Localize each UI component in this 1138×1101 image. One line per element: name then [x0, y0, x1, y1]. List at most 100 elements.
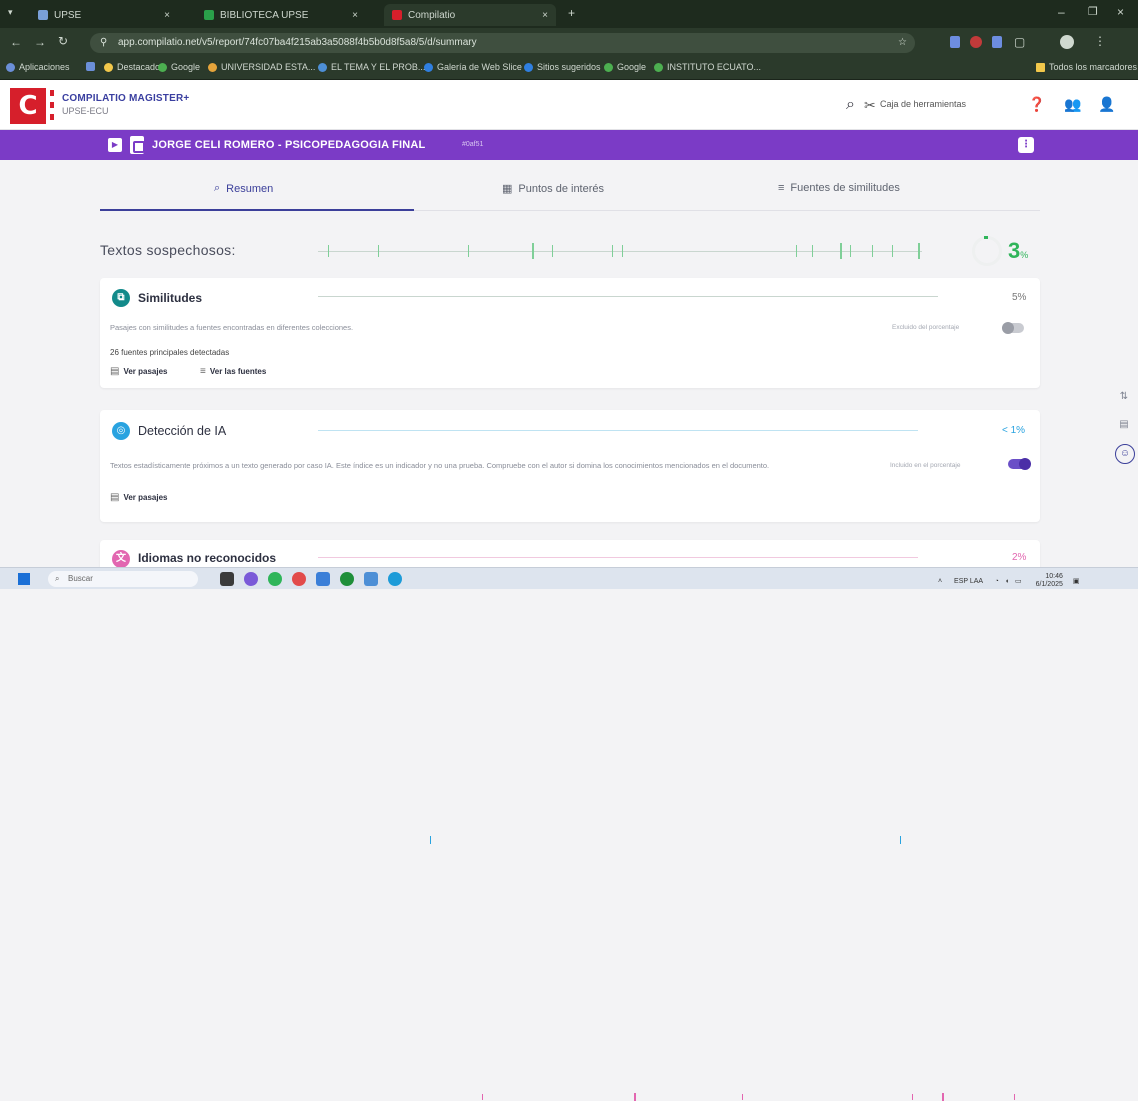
wifi-icon[interactable]: ◔: [995, 578, 999, 585]
windows-start-icon[interactable]: [18, 573, 30, 585]
clock[interactable]: 10:46 6/1/2025: [1036, 573, 1063, 589]
passage-marker[interactable]: [812, 245, 813, 257]
suspicious-texts-track[interactable]: [318, 251, 922, 252]
side-translate-icon[interactable]: ⇅: [1115, 388, 1133, 406]
extension-icon[interactable]: [950, 36, 960, 48]
passage-marker[interactable]: [532, 243, 534, 259]
tools-icon[interactable]: ✂: [864, 97, 876, 114]
battery-icon[interactable]: ▭: [1015, 578, 1022, 585]
taskbar-app-icon[interactable]: [220, 572, 234, 586]
reload-icon[interactable]: ↻: [58, 34, 68, 48]
close-icon[interactable]: ×: [542, 10, 548, 21]
window-close-icon[interactable]: ×: [1117, 5, 1124, 19]
maximize-icon[interactable]: ❐: [1088, 5, 1098, 18]
bookmark-item[interactable]: Destacado: [104, 62, 160, 72]
passage-marker[interactable]: [622, 245, 623, 257]
passage-marker[interactable]: [796, 245, 797, 257]
passage-marker[interactable]: [378, 245, 379, 257]
passage-marker[interactable]: [912, 1094, 913, 1100]
help-icon[interactable]: ❓: [1028, 96, 1045, 113]
search-icon[interactable]: ⌕: [846, 96, 855, 114]
passage-marker[interactable]: [328, 245, 329, 257]
tab-similarity-sources[interactable]: ≡ Fuentes de similitudes: [778, 182, 900, 194]
compilatio-logo-icon[interactable]: C: [10, 88, 46, 124]
forward-arrow-icon[interactable]: →: [34, 35, 46, 49]
taskbar-app-icon[interactable]: [340, 572, 354, 586]
expand-arrow-icon[interactable]: ▶: [108, 138, 122, 152]
taskbar-search[interactable]: ⌕ Buscar: [48, 571, 198, 587]
taskbar-app-icon[interactable]: [316, 572, 330, 586]
ai-detection-track[interactable]: [318, 430, 918, 431]
bookmark-item[interactable]: INSTITUTO ECUATO...: [654, 62, 761, 72]
passage-marker[interactable]: [850, 245, 851, 257]
similarities-track[interactable]: [318, 296, 938, 297]
passage-marker[interactable]: [892, 245, 893, 257]
user-account-icon[interactable]: 👤: [1098, 96, 1115, 113]
languages-title: Idiomas no reconocidos: [138, 551, 277, 565]
view-sources-link[interactable]: ≡ Ver las fuentes: [200, 366, 266, 377]
browser-tab-compilatio[interactable]: Compilatio ×: [384, 4, 556, 26]
edge-browser-icon[interactable]: [388, 572, 402, 586]
side-panel-icon[interactable]: ▢: [1014, 35, 1025, 49]
language-indicator[interactable]: ESP LAA: [954, 578, 983, 585]
bookmark-item[interactable]: Google: [604, 62, 646, 72]
side-comments-icon[interactable]: ▤: [1115, 416, 1133, 434]
passage-marker[interactable]: [742, 1094, 743, 1100]
passage-marker[interactable]: [872, 245, 873, 257]
browser-tab-upse[interactable]: UPSE ×: [30, 4, 178, 26]
new-tab-plus-icon[interactable]: +: [568, 6, 575, 20]
taskbar-app-icon[interactable]: [292, 572, 306, 586]
users-icon[interactable]: 👥: [1064, 96, 1081, 113]
passage-marker[interactable]: [900, 836, 901, 844]
similarities-include-toggle[interactable]: [1002, 322, 1024, 334]
passage-marker[interactable]: [612, 245, 613, 257]
tab-search-icon[interactable]: ▾: [8, 7, 13, 18]
languages-track[interactable]: [318, 557, 918, 558]
address-bar[interactable]: ⚲ app.compilatio.net/v5/report/74fc07ba4…: [90, 33, 915, 53]
passage-marker[interactable]: [482, 1094, 483, 1100]
passage-marker[interactable]: [1014, 1094, 1015, 1100]
taskbar-app-icon[interactable]: [268, 572, 282, 586]
profile-avatar[interactable]: [1060, 35, 1074, 49]
minimize-icon[interactable]: –: [1058, 5, 1065, 19]
bookmark-item[interactable]: Galería de Web Slice: [424, 62, 522, 72]
passage-marker[interactable]: [942, 1093, 944, 1101]
view-ai-passages-link[interactable]: ▤ Ver pasajes: [110, 492, 168, 503]
extension-red-icon[interactable]: [970, 36, 982, 48]
bookmark-item[interactable]: Aplicaciones: [6, 62, 70, 72]
browser-tab-biblioteca[interactable]: BIBLIOTECA UPSE ×: [196, 4, 366, 26]
toolbox-button[interactable]: Caja de herramientas: [880, 99, 966, 109]
passage-marker[interactable]: [634, 1093, 636, 1101]
list-icon: ≡: [778, 182, 785, 194]
bookmark-item[interactable]: EL TEMA Y EL PROB...: [318, 62, 425, 72]
ai-include-toggle[interactable]: [1008, 458, 1031, 470]
bookmark-item[interactable]: Google: [158, 62, 200, 72]
all-bookmarks-folder[interactable]: Todos los marcadores: [1036, 62, 1137, 72]
extension-puzzle-icon[interactable]: [992, 36, 1002, 48]
passage-marker[interactable]: [918, 243, 920, 259]
notifications-icon[interactable]: ▣: [1073, 578, 1080, 585]
passage-marker[interactable]: [552, 245, 553, 257]
site-info-icon[interactable]: ⚲: [100, 33, 107, 53]
bookmark-item[interactable]: [86, 62, 95, 71]
taskbar-app-icon[interactable]: [244, 572, 258, 586]
browser-menu-icon[interactable]: ⋮: [1094, 34, 1106, 48]
bookmark-item[interactable]: UNIVERSIDAD ESTA...: [208, 62, 315, 72]
doc-icon: [318, 62, 327, 72]
document-menu-button[interactable]: ⋮: [1018, 137, 1034, 153]
bookmark-star-icon[interactable]: ☆: [898, 33, 907, 53]
passage-marker[interactable]: [430, 836, 431, 844]
side-chatbot-icon[interactable]: ☺: [1115, 444, 1135, 464]
view-passages-link[interactable]: ▤ Ver pasajes: [110, 366, 168, 377]
tab-summary[interactable]: ⌕ Resumen: [214, 182, 273, 195]
taskbar-app-icon[interactable]: [364, 572, 378, 586]
back-arrow-icon[interactable]: ←: [10, 35, 22, 49]
passage-marker[interactable]: [840, 243, 842, 259]
close-icon[interactable]: ×: [352, 10, 358, 21]
volume-icon[interactable]: ◖: [1005, 578, 1009, 585]
bookmark-item[interactable]: Sitios sugeridos: [524, 62, 601, 72]
tab-points-of-interest[interactable]: ▦ Puntos de interés: [502, 182, 604, 196]
passage-marker[interactable]: [468, 245, 469, 257]
close-icon[interactable]: ×: [164, 10, 170, 21]
chevron-up-icon[interactable]: ˄: [938, 578, 942, 585]
